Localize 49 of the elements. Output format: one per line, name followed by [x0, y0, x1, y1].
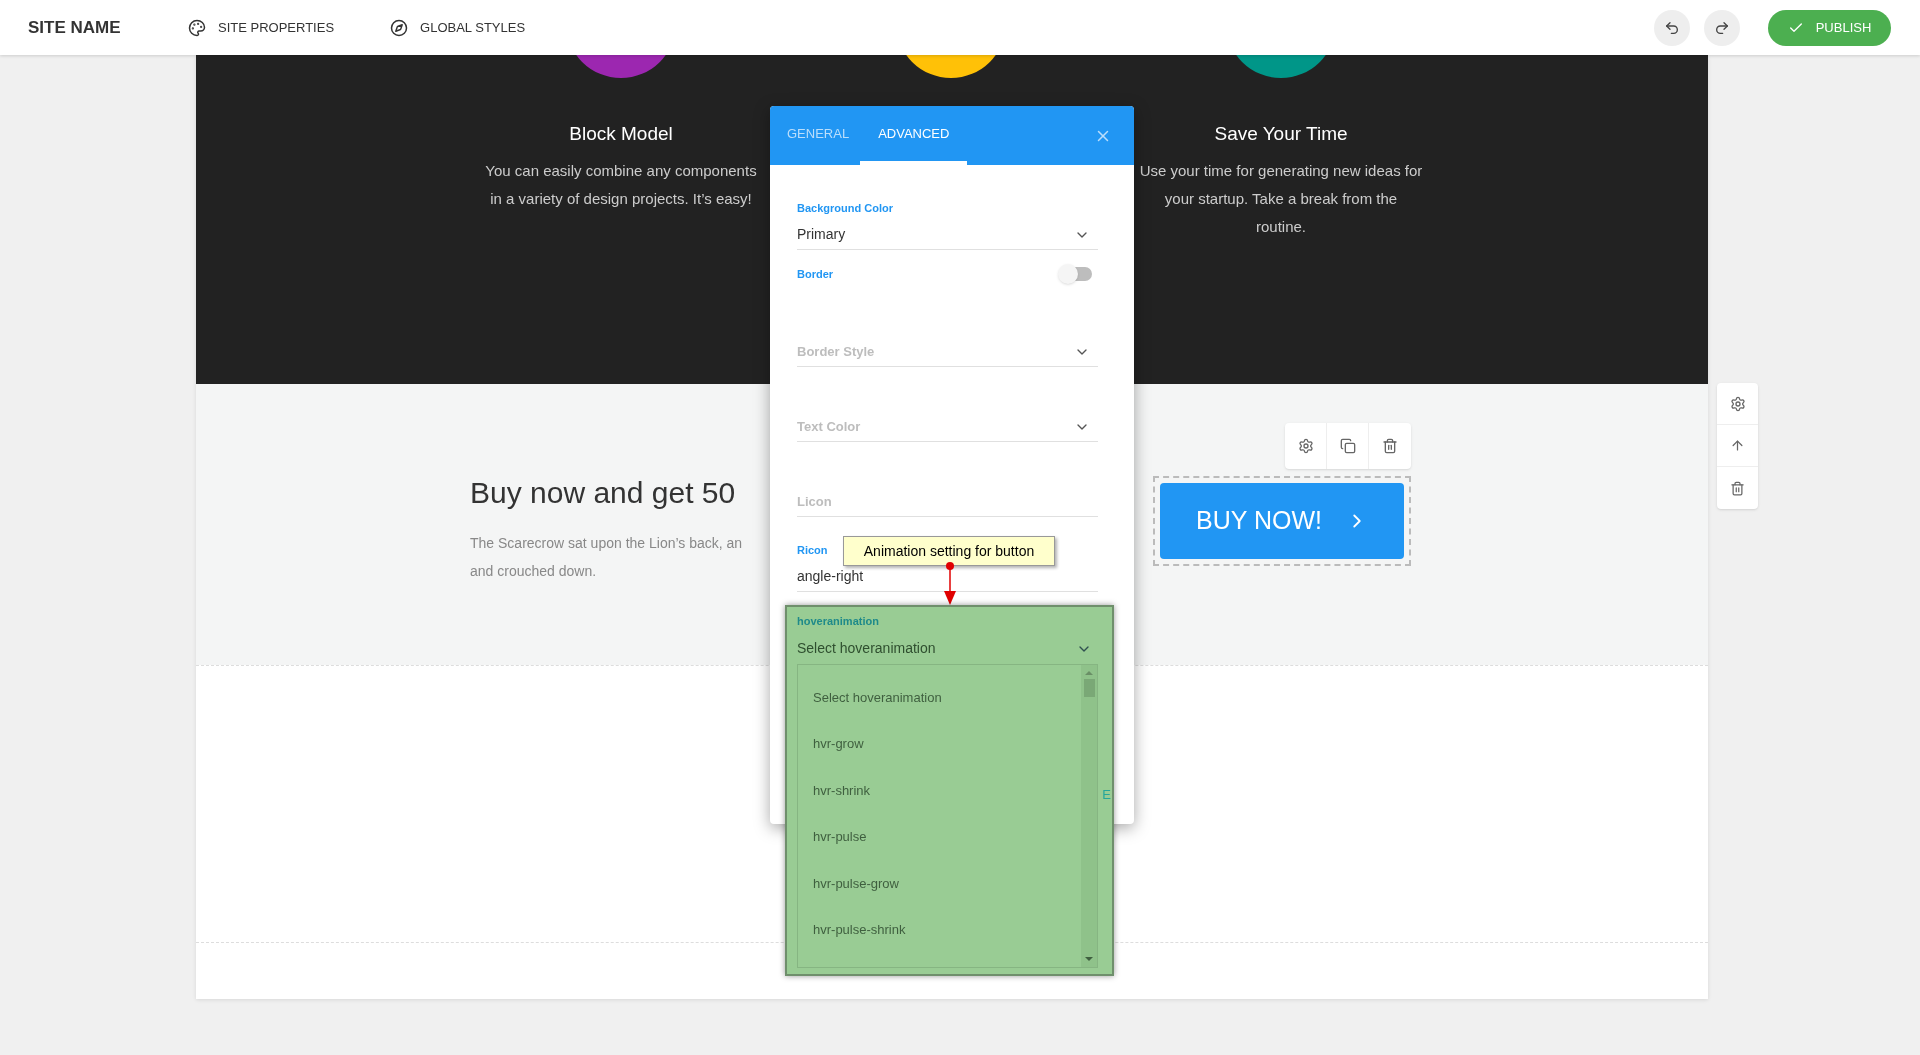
dropdown-option[interactable]: hvr-pulse [813, 827, 1081, 874]
button-text-fragment: E [1102, 786, 1111, 804]
redo-icon [1714, 19, 1730, 36]
field-label: hoveranimation [797, 614, 880, 629]
buy-now-button[interactable]: BUY NOW! [1160, 483, 1404, 559]
dropdown-option[interactable]: hvr-grow [813, 734, 1081, 781]
settings-icon [1729, 395, 1746, 412]
dropdown-option[interactable]: hvr-pulse-shrink [813, 920, 1081, 967]
trash-icon [1730, 480, 1745, 496]
field-placeholder: Text Color [797, 417, 861, 436]
promo-heading: Buy now and get 50 [470, 475, 737, 511]
copy-icon [1339, 438, 1356, 454]
compass-icon [390, 18, 409, 37]
select-field[interactable]: Primary [797, 220, 1098, 250]
undo-icon [1664, 19, 1680, 36]
undo-button[interactable] [1654, 9, 1690, 46]
field-value: Select hoveranimation [797, 639, 936, 658]
redo-button[interactable] [1704, 9, 1740, 46]
pointer-arrow [943, 561, 957, 605]
select-field[interactable]: Select hoveranimation [797, 633, 1098, 664]
feature-title: Save Your Time [1214, 122, 1348, 146]
field-placeholder: Border Style [797, 342, 875, 361]
publish-button[interactable]: PUBLISH [1768, 9, 1891, 46]
settings-icon [1297, 438, 1314, 454]
promo-text: The Scarecrow sat upon the Lion’s back, an [470, 534, 744, 553]
field-placeholder: Licon [797, 492, 832, 511]
feature-text: in a variety of design projects. It’s easy! [490, 188, 752, 209]
promo-text: and crouched down. [470, 562, 598, 581]
field-label: Ricon [797, 542, 828, 558]
dropdown-option[interactable]: Select hoveranimation [813, 687, 1081, 734]
field-label: Border [797, 266, 834, 282]
tooltip: Animation setting for button [843, 536, 1055, 566]
field-value: Primary [797, 225, 846, 244]
feature-text: routine. [1255, 216, 1306, 237]
trash-icon [1382, 438, 1398, 454]
modal-tab[interactable]: GENERAL [780, 106, 857, 165]
nav-link[interactable]: SITE PROPERTIES [188, 17, 335, 38]
feature-text: Use your time for generating new ideas for [1139, 160, 1423, 181]
feature-text: You can easily combine any components [485, 160, 757, 181]
field-label: Background Color [797, 200, 893, 216]
site-name: SITE NAME [28, 16, 122, 39]
dropdown-option[interactable]: hvr-pulse-grow [813, 873, 1081, 920]
palette-icon [188, 18, 206, 37]
field-value: angle-right [797, 567, 864, 586]
nav-link[interactable]: GLOBAL STYLES [390, 17, 526, 38]
feature-text: your startup. Take a break from the [1164, 188, 1398, 209]
modal-tab[interactable]: ADVANCED [860, 106, 968, 165]
feature-title: Block Model [569, 122, 673, 146]
dropdown-option[interactable]: hvr-shrink [813, 780, 1081, 827]
